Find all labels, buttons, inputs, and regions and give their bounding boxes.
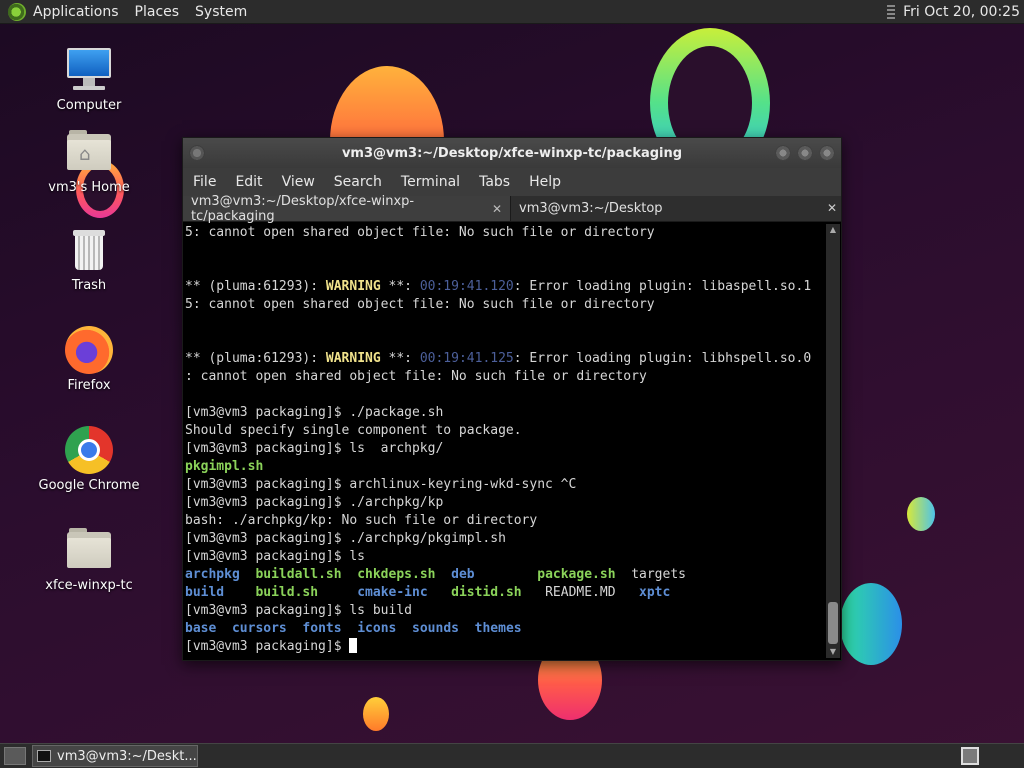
ls-output-row: build build.sh cmake-inc distid.sh READM… xyxy=(185,585,671,600)
taskbar-item-terminal[interactable]: vm3@vm3:~/Deskt... xyxy=(32,745,198,767)
tab-label: vm3@vm3:~/Desktop xyxy=(519,201,663,216)
scrollbar-thumb[interactable] xyxy=(828,602,838,644)
clock[interactable]: Fri Oct 20, 00:25 xyxy=(903,4,1020,20)
terminal-output[interactable]: 5: cannot open shared object file: No su… xyxy=(183,223,827,660)
terminal-window: vm3@vm3:~/Desktop/xfce-winxp-tc/packagin… xyxy=(182,137,842,661)
menu-view[interactable]: View xyxy=(282,174,315,190)
wallpaper-shape xyxy=(907,497,935,531)
desktop-icon-label: Firefox xyxy=(67,378,111,393)
desktop-icon-label: Google Chrome xyxy=(38,478,140,493)
distro-logo-icon[interactable] xyxy=(8,2,26,21)
chrome-icon xyxy=(65,426,113,474)
terminal-line: ** (pluma:61293): WARNING **: 00:19:41.1… xyxy=(185,351,812,366)
desktop-icon-chrome[interactable]: Google Chrome xyxy=(24,426,154,493)
close-button[interactable] xyxy=(819,145,835,161)
window-title: vm3@vm3:~/Desktop/xfce-winxp-tc/packagin… xyxy=(341,145,683,161)
terminal-line: [vm3@vm3 packaging]$ archlinux-keyring-w… xyxy=(185,477,577,492)
desktop-icon-home[interactable]: ⌂ vm3's Home xyxy=(24,128,154,195)
firefox-icon xyxy=(65,326,113,374)
text-cursor xyxy=(349,638,358,653)
menu-search[interactable]: Search xyxy=(334,174,382,190)
menu-file[interactable]: File xyxy=(193,174,216,190)
menu-edit[interactable]: Edit xyxy=(235,174,262,190)
terminal-line: : cannot open shared object file: No suc… xyxy=(185,369,647,384)
tab-desktop[interactable]: vm3@vm3:~/Desktop xyxy=(511,196,821,221)
menu-help[interactable]: Help xyxy=(529,174,561,190)
desktop-icon-firefox[interactable]: Firefox xyxy=(24,326,154,393)
terminal-tabbar: vm3@vm3:~/Desktop/xfce-winxp-tc/packagin… xyxy=(183,193,841,224)
terminal-line: bash: ./archpkg/kp: No such file or dire… xyxy=(185,513,538,528)
terminal-icon xyxy=(37,750,51,762)
panel-handle-icon xyxy=(887,5,896,19)
desktop-icon-xfce-folder[interactable]: xfce-winxp-tc xyxy=(24,526,154,593)
desktop-icon-label: Computer xyxy=(56,98,122,113)
maximize-button[interactable] xyxy=(797,145,813,161)
terminal-line: [vm3@vm3 packaging]$ ./archpkg/kp xyxy=(185,495,444,510)
show-desktop-button[interactable] xyxy=(4,747,26,765)
wallpaper-shape xyxy=(363,697,389,731)
desktop-icon-label: vm3's Home xyxy=(48,180,130,195)
terminal-line: [vm3@vm3 packaging]$ ls build xyxy=(185,603,412,618)
menu-places[interactable]: Places xyxy=(135,4,180,20)
terminal-line: 5: cannot open shared object file: No su… xyxy=(185,225,655,240)
menu-terminal[interactable]: Terminal xyxy=(401,174,460,190)
terminal-menubar: File Edit View Search Terminal Tabs Help xyxy=(183,168,841,196)
menu-applications[interactable]: Applications xyxy=(33,4,119,20)
scroll-up-icon[interactable]: ▲ xyxy=(826,224,840,236)
window-titlebar[interactable]: vm3@vm3:~/Desktop/xfce-winxp-tc/packagin… xyxy=(183,138,841,168)
terminal-scrollbar[interactable]: ▲ ▼ xyxy=(826,224,840,658)
terminal-line: [vm3@vm3 packaging]$ ./archpkg/pkgimpl.s… xyxy=(185,531,506,546)
window-menu-icon[interactable] xyxy=(189,145,205,161)
terminal-line: ** (pluma:61293): WARNING **: 00:19:41.1… xyxy=(185,279,812,294)
ls-output-row: archpkg buildall.sh chkdeps.sh deb packa… xyxy=(185,567,686,582)
workspace-switcher[interactable] xyxy=(961,747,979,765)
ls-output-row: base cursors fonts icons sounds themes xyxy=(185,621,522,636)
minimize-button[interactable] xyxy=(775,145,791,161)
terminal-line: [vm3@vm3 packaging]$ ls archpkg/ xyxy=(185,441,444,456)
tab-close-icon[interactable]: ✕ xyxy=(827,201,837,215)
home-folder-icon: ⌂ xyxy=(65,128,113,176)
taskbar-item-label: vm3@vm3:~/Deskt... xyxy=(57,748,197,764)
trash-icon xyxy=(65,226,113,274)
top-panel: Applications Places System Fri Oct 20, 0… xyxy=(0,0,1024,24)
desktop-icon-computer[interactable]: Computer xyxy=(24,46,154,113)
tab-packaging[interactable]: vm3@vm3:~/Desktop/xfce-winxp-tc/packagin… xyxy=(183,193,511,224)
tab-close-icon[interactable]: ✕ xyxy=(492,202,502,216)
terminal-line: [vm3@vm3 packaging]$ ls xyxy=(185,549,366,564)
tab-label: vm3@vm3:~/Desktop/xfce-winxp-tc/packagin… xyxy=(191,193,415,224)
terminal-prompt-line: [vm3@vm3 packaging]$ xyxy=(185,638,825,656)
desktop-icon-trash[interactable]: Trash xyxy=(24,226,154,293)
terminal-line: pkgimpl.sh xyxy=(185,459,264,474)
terminal-line: 5: cannot open shared object file: No su… xyxy=(185,297,655,312)
menu-tabs[interactable]: Tabs xyxy=(479,174,510,190)
folder-icon xyxy=(65,526,113,574)
menu-system[interactable]: System xyxy=(195,4,247,20)
bottom-panel: vm3@vm3:~/Deskt... xyxy=(0,743,1024,768)
terminal-line: [vm3@vm3 packaging]$ ./package.sh xyxy=(185,405,444,420)
desktop-icon-label: Trash xyxy=(71,278,107,293)
scroll-down-icon[interactable]: ▼ xyxy=(826,646,840,658)
wallpaper-shape xyxy=(840,583,902,665)
computer-icon xyxy=(65,46,113,94)
terminal-line: Should specify single component to packa… xyxy=(185,423,522,438)
desktop-icon-label: xfce-winxp-tc xyxy=(45,578,133,593)
